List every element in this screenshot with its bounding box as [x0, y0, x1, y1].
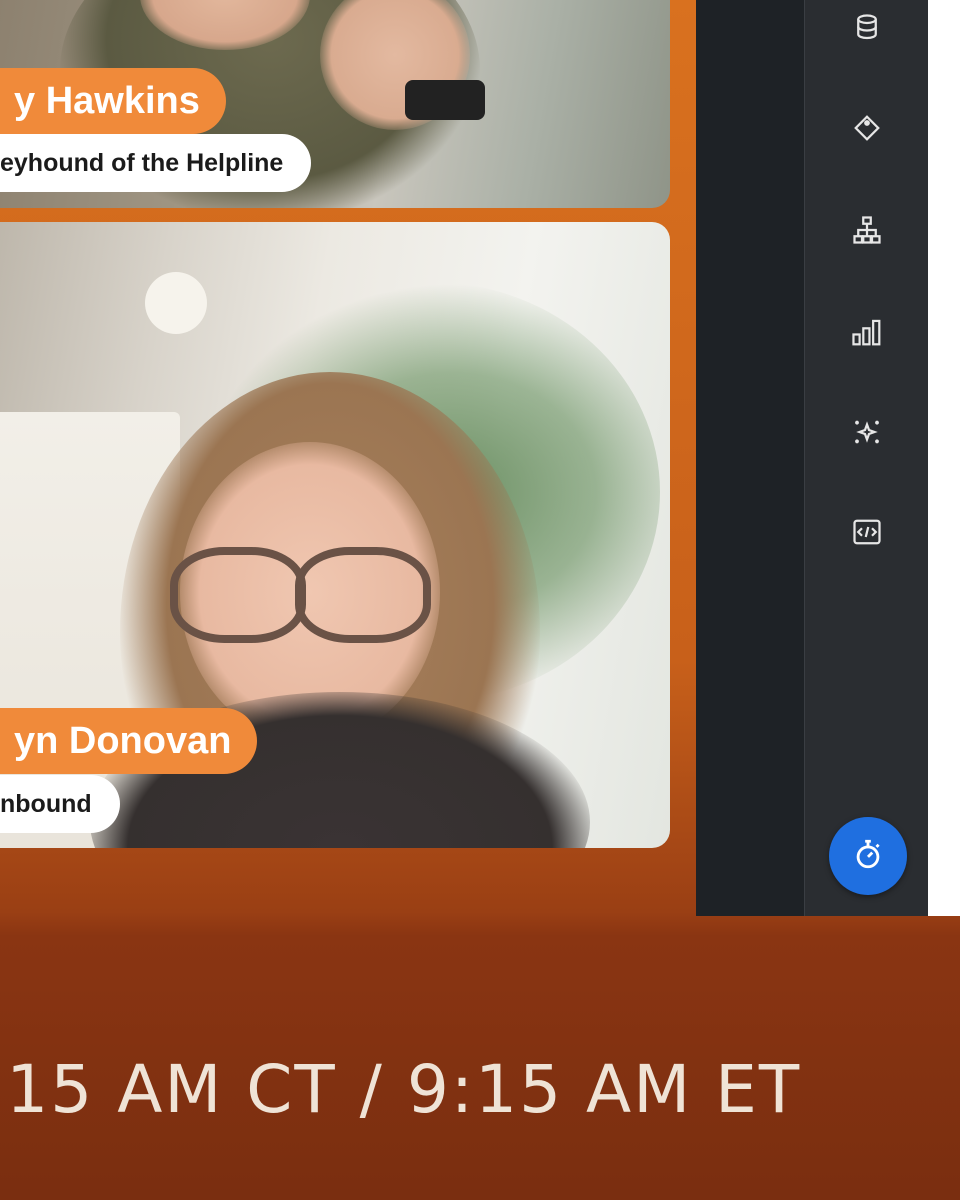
- sidebar-toolbar: [804, 0, 929, 916]
- hierarchy-icon[interactable]: [845, 208, 889, 252]
- participant-glasses: [170, 547, 306, 643]
- sparkle-icon[interactable]: [845, 410, 889, 454]
- participant-name-tag: yn Donovan: [0, 708, 258, 774]
- bar-chart-icon[interactable]: [845, 310, 889, 354]
- participant-role-tag: eyhound of the Helpline: [0, 134, 312, 192]
- background-lamp: [145, 272, 207, 334]
- timer-button[interactable]: [829, 817, 907, 895]
- stopwatch-icon: [851, 837, 885, 876]
- content-edge: [928, 0, 960, 916]
- stream-background: y Hawkins eyhound of the Helpline yn Don…: [0, 0, 960, 1200]
- participant-role-tag: nbound: [0, 775, 120, 833]
- watch: [405, 80, 485, 120]
- tag-icon[interactable]: [845, 106, 889, 150]
- schedule-time-banner: :15 AM CT / 9:15 AM ET: [0, 1051, 802, 1128]
- code-icon[interactable]: [845, 510, 889, 554]
- participant-glasses: [295, 547, 431, 643]
- participant-name-tag: y Hawkins: [0, 68, 226, 134]
- app-panel: [696, 0, 804, 916]
- database-icon[interactable]: [845, 6, 889, 50]
